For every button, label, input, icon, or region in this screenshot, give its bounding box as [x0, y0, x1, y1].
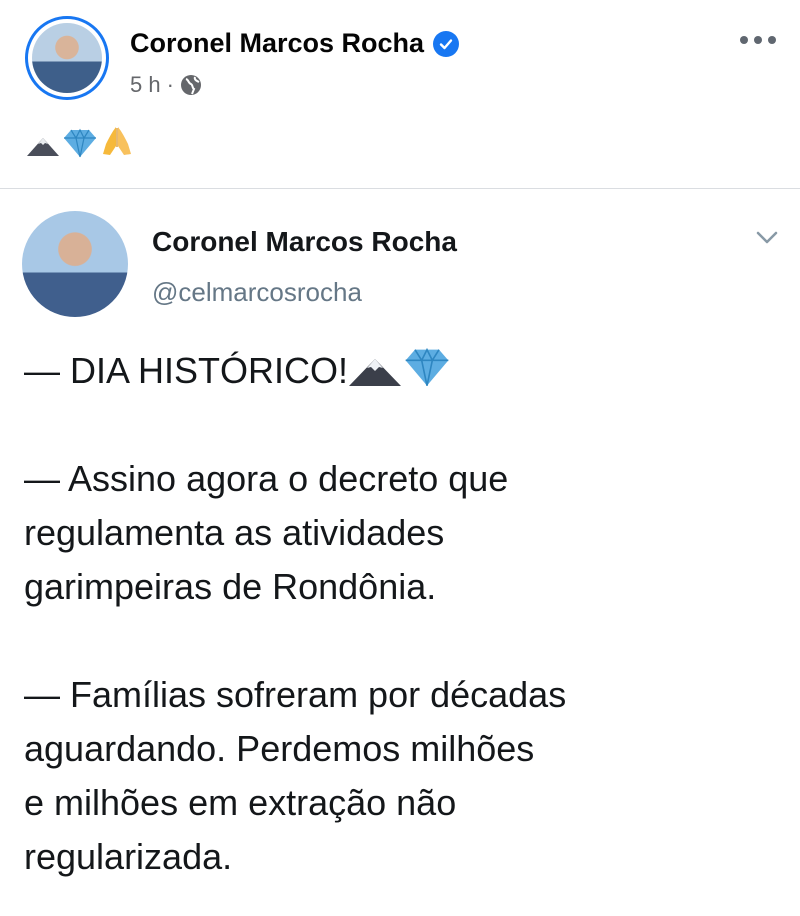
author-name[interactable]: Coronel Marcos Rocha [130, 28, 424, 59]
gem-icon [64, 128, 96, 158]
gem-icon [405, 347, 449, 386]
verified-badge-icon [433, 30, 460, 57]
mountain-icon [27, 138, 59, 156]
tweet-handle: @celmarcosrocha [152, 277, 362, 307]
facebook-post: Coronel Marcos Rocha 5 h · Coronel Marco… [0, 0, 800, 916]
tweet-line: aguardando. Perdemos milhões [24, 728, 535, 769]
tweet-line: garimpeiras de Rondônia. [24, 566, 437, 607]
tweet-paragraph-2: — Assino agora o decreto que regulamenta… [24, 452, 784, 614]
tweet-line: — DIA HISTÓRICO! [24, 350, 349, 391]
author-row: Coronel Marcos Rocha [130, 28, 460, 59]
praying-hands-icon [103, 127, 131, 155]
tweet-paragraph-1: — DIA HISTÓRICO! [24, 344, 784, 398]
tweet-line: — Famílias sofreram por décadas [24, 674, 567, 715]
more-options-icon[interactable] [740, 30, 776, 50]
tweet-line: regularizada. [24, 836, 233, 877]
embedded-tweet-image[interactable]: Coronel Marcos Rocha @celmarcosrocha — D… [0, 189, 800, 916]
tweet-line: e milhões em extração não [24, 782, 457, 823]
avatar-photo [32, 23, 102, 93]
tweet-line: — Assino agora o decreto que [24, 458, 509, 499]
meta-separator: · [166, 72, 174, 97]
tweet-avatar [22, 211, 128, 317]
globe-icon[interactable] [180, 74, 202, 96]
post-caption [26, 124, 134, 158]
tweet-author-name: Coronel Marcos Rocha [152, 226, 457, 257]
mountain-icon [349, 359, 402, 386]
tweet-line: regulamenta as atividades [24, 512, 445, 553]
post-meta: 5 h · [130, 72, 202, 98]
tweet-text: — DIA HISTÓRICO! — Assino agora o decret… [24, 344, 784, 884]
tweet-paragraph-3: — Famílias sofreram por décadas aguardan… [24, 668, 784, 884]
post-timestamp[interactable]: 5 h [130, 72, 161, 98]
chevron-down-icon [756, 231, 778, 244]
author-avatar[interactable] [25, 16, 109, 100]
post-header: Coronel Marcos Rocha 5 h · [0, 0, 800, 115]
